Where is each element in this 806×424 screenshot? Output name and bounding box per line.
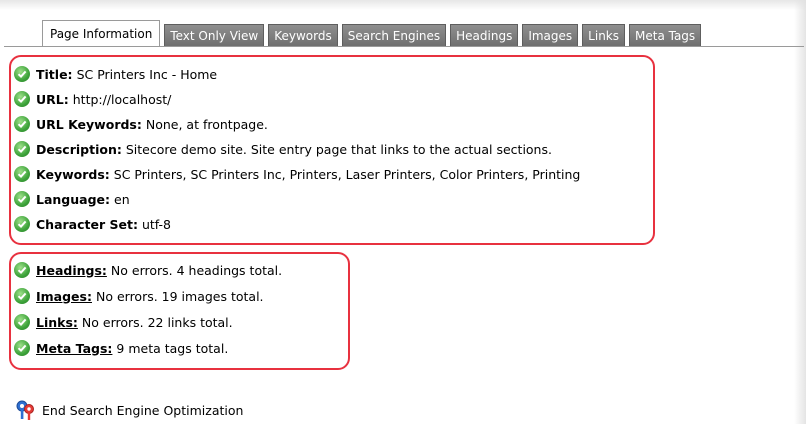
info-label: Keywords: (36, 166, 110, 182)
summary-row-images: Images: No errors. 19 images total. (14, 286, 264, 306)
summary-value: 9 meta tags total. (116, 340, 229, 356)
tab-meta-tags[interactable]: Meta Tags (629, 24, 702, 46)
check-circle-icon (14, 116, 30, 132)
info-row-description: Description: Sitecore demo site. Site en… (14, 139, 552, 159)
info-label: URL: (36, 91, 69, 107)
tab-keywords[interactable]: Keywords (268, 24, 338, 46)
seo-panel: Page Information Text Only View Keywords… (0, 0, 806, 424)
links-link[interactable]: Links: (36, 315, 78, 330)
tab-baseline (4, 46, 804, 47)
check-circle-icon (14, 166, 30, 182)
info-label: Character Set: (36, 216, 138, 232)
info-value: Sitecore demo site. Site entry page that… (125, 141, 552, 157)
info-row-title: Title: SC Printers Inc - Home (14, 64, 217, 84)
info-value: en (114, 191, 130, 207)
info-label: Language: (36, 191, 111, 207)
info-label: Title: (36, 66, 73, 82)
summary-value: No errors. 19 images total. (95, 288, 264, 304)
info-row-url: URL: http://localhost/ (14, 89, 171, 109)
tab-text-only-view[interactable]: Text Only View (164, 24, 265, 46)
summary-row-meta-tags: Meta Tags: 9 meta tags total. (14, 338, 228, 358)
check-circle-icon (14, 216, 30, 232)
check-circle-icon (14, 314, 30, 330)
check-circle-icon (14, 91, 30, 107)
images-link[interactable]: Images: (36, 289, 92, 304)
seo-keys-icon (16, 400, 34, 420)
headings-link[interactable]: Headings: (36, 263, 107, 278)
window-shadow-right (794, 0, 806, 424)
summary-row-links: Links: No errors. 22 links total. (14, 312, 233, 332)
check-circle-icon (14, 66, 30, 82)
check-circle-icon (14, 288, 30, 304)
info-label: URL Keywords: (36, 116, 142, 132)
info-label: Description: (36, 141, 122, 157)
window-shadow-top (0, 0, 806, 10)
tab-links[interactable]: Links (582, 24, 625, 46)
info-value: http://localhost/ (72, 91, 172, 107)
info-value: SC Printers Inc - Home (76, 66, 218, 82)
end-seo-button[interactable]: End Search Engine Optimization (14, 398, 243, 422)
tab-strip: Page Information Text Only View Keywords… (42, 20, 705, 46)
end-seo-label: End Search Engine Optimization (42, 402, 244, 418)
tab-search-engines[interactable]: Search Engines (341, 24, 447, 46)
summary-value: No errors. 4 headings total. (110, 262, 283, 278)
summary-row-headings: Headings: No errors. 4 headings total. (14, 260, 282, 280)
tab-headings[interactable]: Headings (450, 24, 519, 46)
info-row-character-set: Character Set: utf-8 (14, 214, 171, 234)
info-value: None, at frontpage. (145, 116, 268, 132)
tab-page-information[interactable]: Page Information (42, 20, 161, 46)
info-row-url-keywords: URL Keywords: None, at frontpage. (14, 114, 268, 134)
info-value: SC Printers, SC Printers Inc, Printers, … (113, 166, 581, 182)
tab-images[interactable]: Images (522, 24, 579, 46)
meta-tags-link[interactable]: Meta Tags: (36, 341, 112, 356)
info-row-keywords: Keywords: SC Printers, SC Printers Inc, … (14, 164, 580, 184)
info-row-language: Language: en (14, 189, 130, 209)
summary-value: No errors. 22 links total. (81, 314, 233, 330)
check-circle-icon (14, 191, 30, 207)
check-circle-icon (14, 340, 30, 356)
check-circle-icon (14, 262, 30, 278)
check-circle-icon (14, 141, 30, 157)
info-value: utf-8 (141, 216, 171, 232)
